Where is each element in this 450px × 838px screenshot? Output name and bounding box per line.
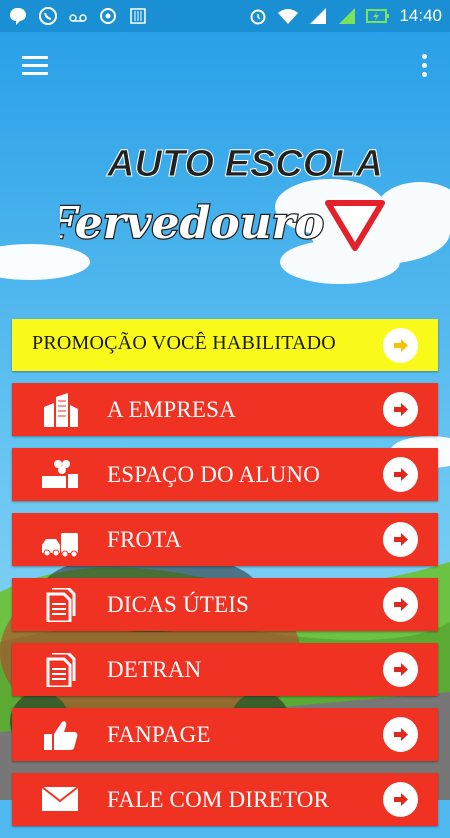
arrow-right-icon[interactable]: [383, 652, 418, 687]
menu-item-label: FANPAGE: [107, 722, 211, 747]
main-menu: PROMOÇÃO VOCÊ HABILITADO A EMPRESA ESPAÇ…: [12, 319, 438, 838]
voicemail-icon: [69, 14, 87, 22]
chat-bubble-icon: [10, 8, 26, 25]
envelope-icon: [41, 786, 79, 811]
menu-item-espaco-do-aluno[interactable]: ESPAÇO DO ALUNO: [12, 448, 438, 501]
wifi-icon: [278, 9, 299, 24]
menu-item-detran[interactable]: DETRAN: [12, 643, 438, 696]
arrow-right-icon[interactable]: [383, 587, 418, 622]
menu-item-label: FROTA: [107, 527, 182, 552]
battery-charging-icon: [366, 9, 390, 23]
menu-item-label: A EMPRESA: [107, 397, 236, 422]
status-time: 14:40: [399, 6, 442, 25]
document-icon: [46, 653, 76, 687]
whatsapp-icon: [39, 7, 57, 25]
hamburger-icon[interactable]: [22, 56, 48, 76]
menu-item-label: PROMOÇÃO VOCÊ HABILITADO: [32, 332, 336, 354]
app-logo: AUTO ESCOLA Fervedouro: [60, 143, 385, 251]
arrow-right-icon[interactable]: [383, 328, 418, 363]
menu-item-promocao[interactable]: PROMOÇÃO VOCÊ HABILITADO: [12, 319, 438, 371]
arrow-right-icon[interactable]: [383, 717, 418, 752]
app-bar: [0, 32, 450, 102]
camera-icon: [100, 8, 116, 24]
logo-line2: Fervedouro: [60, 198, 324, 249]
alarm-icon: [250, 9, 266, 25]
buildings-icon: [44, 393, 78, 427]
menu-item-a-empresa[interactable]: A EMPRESA: [12, 383, 438, 436]
students-icon: [42, 460, 78, 488]
menu-item-label: DETRAN: [107, 657, 202, 682]
more-vert-icon[interactable]: [420, 54, 428, 80]
menu-item-label: ESPAÇO DO ALUNO: [107, 462, 321, 487]
arrow-right-icon[interactable]: [383, 392, 418, 427]
menu-item-dicas-uteis[interactable]: DICAS ÚTEIS: [12, 578, 438, 631]
menu-item-label: FALE COM DIRETOR: [107, 787, 330, 812]
yield-sign-icon: [325, 200, 385, 251]
menu-item-label: DICAS ÚTEIS: [107, 592, 250, 617]
menu-item-frota[interactable]: FROTA: [12, 513, 438, 566]
document-icon: [46, 588, 76, 622]
sim2-signal-icon: [339, 8, 356, 24]
barcode-icon: [130, 8, 146, 24]
thumbs-up-icon: [44, 721, 78, 750]
arrow-right-icon[interactable]: [383, 457, 418, 492]
arrow-right-icon[interactable]: [383, 522, 418, 557]
menu-item-fanpage[interactable]: FANPAGE: [12, 708, 438, 761]
status-bar: 14:40: [0, 0, 450, 32]
vehicles-icon: [42, 533, 78, 557]
sim1-signal-icon: [310, 8, 327, 24]
logo-line1: AUTO ESCOLA: [106, 143, 383, 185]
